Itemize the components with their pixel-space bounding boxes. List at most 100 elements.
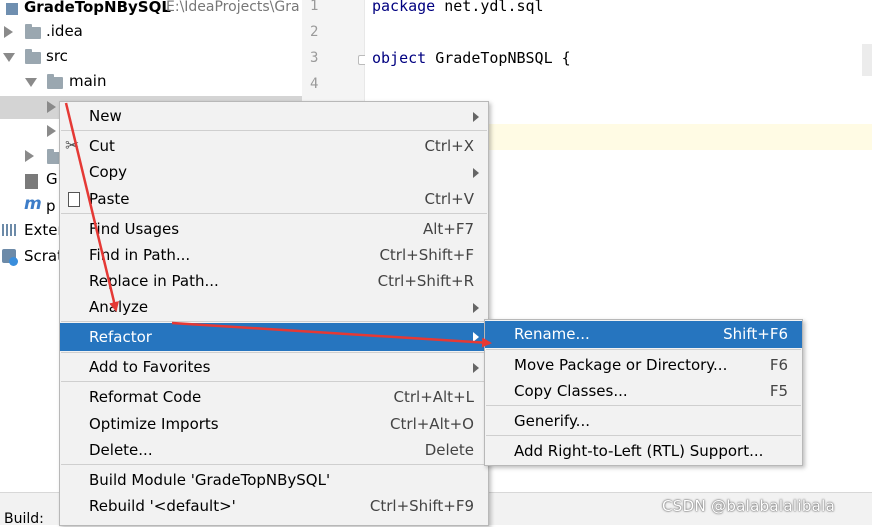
menu-item-label: Replace in Path... bbox=[89, 272, 219, 290]
menu-separator bbox=[61, 352, 487, 353]
menu-item-shortcut: F6 bbox=[769, 356, 788, 374]
keyword-object: object bbox=[372, 49, 427, 67]
chevron-right-icon bbox=[47, 101, 56, 113]
menu-item-label: Optimize Imports bbox=[89, 415, 219, 433]
object-declaration: GradeTopNBSQL { bbox=[426, 49, 571, 67]
tree-item-label: main bbox=[69, 72, 107, 90]
menu-item-shortcut: F5 bbox=[769, 382, 788, 400]
menu-item-label: Paste bbox=[89, 190, 130, 208]
menu-item-label: Generify... bbox=[514, 412, 590, 430]
tree-item-partial-label: p bbox=[46, 197, 56, 215]
menu-item-add-to-favorites[interactable]: Add to Favorites bbox=[60, 354, 488, 380]
menu-item-reformat-code[interactable]: Reformat Code Ctrl+Alt+L bbox=[60, 384, 488, 410]
menu-item-find-usages[interactable]: Find Usages Alt+F7 bbox=[60, 216, 488, 242]
submenu-arrow-icon bbox=[473, 332, 479, 342]
tree-item-partial-label: G bbox=[46, 170, 58, 188]
tree-item-external-libs[interactable]: Exter bbox=[24, 221, 64, 239]
code-line-3: object GradeTopNBSQL { bbox=[372, 49, 571, 67]
tree-item-label: src bbox=[46, 47, 68, 65]
tree-item-scratches[interactable]: Scrat bbox=[24, 247, 63, 265]
menu-item-paste[interactable]: Paste Ctrl+V bbox=[60, 186, 488, 212]
menu-separator bbox=[61, 321, 487, 322]
menu-item-shortcut: Ctrl+Shift+R bbox=[377, 272, 474, 290]
menu-item-copy[interactable]: Copy bbox=[60, 159, 488, 185]
chevron-down-icon bbox=[3, 53, 15, 62]
menu-item-label: Copy bbox=[89, 163, 128, 181]
tree-item-label: .idea bbox=[46, 22, 83, 40]
menu-item-label: Rename... bbox=[514, 325, 590, 343]
menu-item-label: Find Usages bbox=[89, 220, 180, 238]
menu-item-generify[interactable]: Generify... bbox=[485, 408, 802, 434]
folder-icon bbox=[25, 24, 41, 39]
menu-item-cut[interactable]: ✂ Cut Ctrl+X bbox=[60, 133, 488, 159]
menu-item-label: Delete... bbox=[89, 441, 153, 459]
folder-icon bbox=[25, 49, 41, 64]
chevron-right-icon bbox=[4, 26, 13, 38]
project-root-name: GradeTopNBySQL bbox=[24, 0, 171, 16]
package-name: net.ydl.sql bbox=[435, 0, 544, 15]
tree-item-idea[interactable]: .idea bbox=[0, 19, 300, 44]
submenu-arrow-icon bbox=[473, 168, 479, 178]
menu-item-add-rtl-support[interactable]: Add Right-to-Left (RTL) Support... bbox=[485, 438, 802, 464]
clipboard-icon bbox=[68, 192, 80, 207]
line-number: 4 bbox=[310, 76, 319, 92]
context-menu: New ✂ Cut Ctrl+X Copy Paste Ctrl+V Find … bbox=[59, 101, 489, 526]
menu-item-label: Reformat Code bbox=[89, 388, 202, 406]
chevron-right-icon bbox=[25, 150, 34, 162]
chevron-right-icon bbox=[47, 125, 56, 137]
menu-item-shortcut: Ctrl+Shift+F bbox=[379, 246, 474, 264]
line-number: 2 bbox=[310, 24, 319, 40]
menu-item-shortcut: Delete bbox=[424, 441, 474, 459]
project-root-path: E:\IdeaProjects\Gra bbox=[166, 0, 300, 15]
menu-item-analyze[interactable]: Analyze bbox=[60, 294, 488, 320]
menu-separator bbox=[486, 405, 801, 406]
code-line-1: package net.ydl.sql bbox=[372, 0, 544, 15]
menu-item-shortcut: Ctrl+Alt+O bbox=[390, 415, 474, 433]
refactor-submenu: Rename... Shift+F6 Move Package or Direc… bbox=[484, 319, 803, 466]
menu-separator bbox=[61, 464, 487, 465]
menu-item-shortcut: Ctrl+Alt+L bbox=[393, 388, 475, 406]
menu-item-shortcut: Ctrl+Shift+F9 bbox=[369, 497, 474, 515]
menu-item-label: Add Right-to-Left (RTL) Support... bbox=[514, 442, 764, 460]
editor-scrollbar[interactable] bbox=[862, 44, 872, 76]
menu-item-label: Rebuild '<default>' bbox=[89, 497, 236, 515]
menu-item-rename[interactable]: Rename... Shift+F6 bbox=[485, 321, 802, 348]
file-icon bbox=[25, 174, 38, 189]
submenu-arrow-icon bbox=[473, 112, 479, 122]
tree-item-src[interactable]: src bbox=[0, 44, 300, 69]
menu-item-label: Refactor bbox=[89, 328, 152, 346]
menu-item-shortcut: Ctrl+V bbox=[424, 190, 474, 208]
menu-item-label: Cut bbox=[89, 137, 115, 155]
menu-item-label: New bbox=[89, 107, 122, 125]
menu-item-build-module[interactable]: Build Module 'GradeTopNBySQL' bbox=[60, 467, 488, 493]
library-icon bbox=[2, 224, 18, 236]
menu-separator bbox=[61, 130, 487, 131]
line-number: 1 bbox=[310, 0, 319, 14]
build-tool-label[interactable]: Build: bbox=[4, 511, 44, 527]
tree-item-main[interactable]: main bbox=[0, 69, 300, 94]
menu-item-replace-in-path[interactable]: Replace in Path... Ctrl+Shift+R bbox=[60, 268, 488, 294]
menu-item-shortcut: Ctrl+X bbox=[424, 137, 474, 155]
menu-item-delete[interactable]: Delete... Delete bbox=[60, 437, 488, 463]
menu-separator bbox=[486, 435, 801, 436]
submenu-arrow-icon bbox=[473, 303, 479, 313]
menu-item-new[interactable]: New bbox=[60, 103, 488, 129]
maven-icon: m bbox=[24, 194, 42, 214]
menu-item-refactor[interactable]: Refactor bbox=[60, 323, 488, 351]
menu-item-label: Analyze bbox=[89, 298, 149, 316]
menu-separator bbox=[486, 349, 801, 350]
chevron-down-icon bbox=[25, 78, 37, 87]
menu-item-find-in-path[interactable]: Find in Path... Ctrl+Shift+F bbox=[60, 242, 488, 268]
module-icon bbox=[6, 3, 18, 15]
menu-item-copy-classes[interactable]: Copy Classes... F5 bbox=[485, 378, 802, 404]
menu-separator bbox=[61, 213, 487, 214]
scissors-icon: ✂ bbox=[65, 136, 80, 156]
line-number: 3 bbox=[310, 50, 319, 66]
menu-item-optimize-imports[interactable]: Optimize Imports Ctrl+Alt+O bbox=[60, 411, 488, 437]
folder-icon bbox=[47, 74, 63, 89]
menu-item-rebuild[interactable]: Rebuild '<default>' Ctrl+Shift+F9 bbox=[60, 493, 488, 519]
menu-item-label: Move Package or Directory... bbox=[514, 356, 728, 374]
menu-item-move-package[interactable]: Move Package or Directory... F6 bbox=[485, 352, 802, 378]
menu-item-shortcut: Alt+F7 bbox=[422, 220, 474, 238]
keyword-package: package bbox=[372, 0, 436, 15]
